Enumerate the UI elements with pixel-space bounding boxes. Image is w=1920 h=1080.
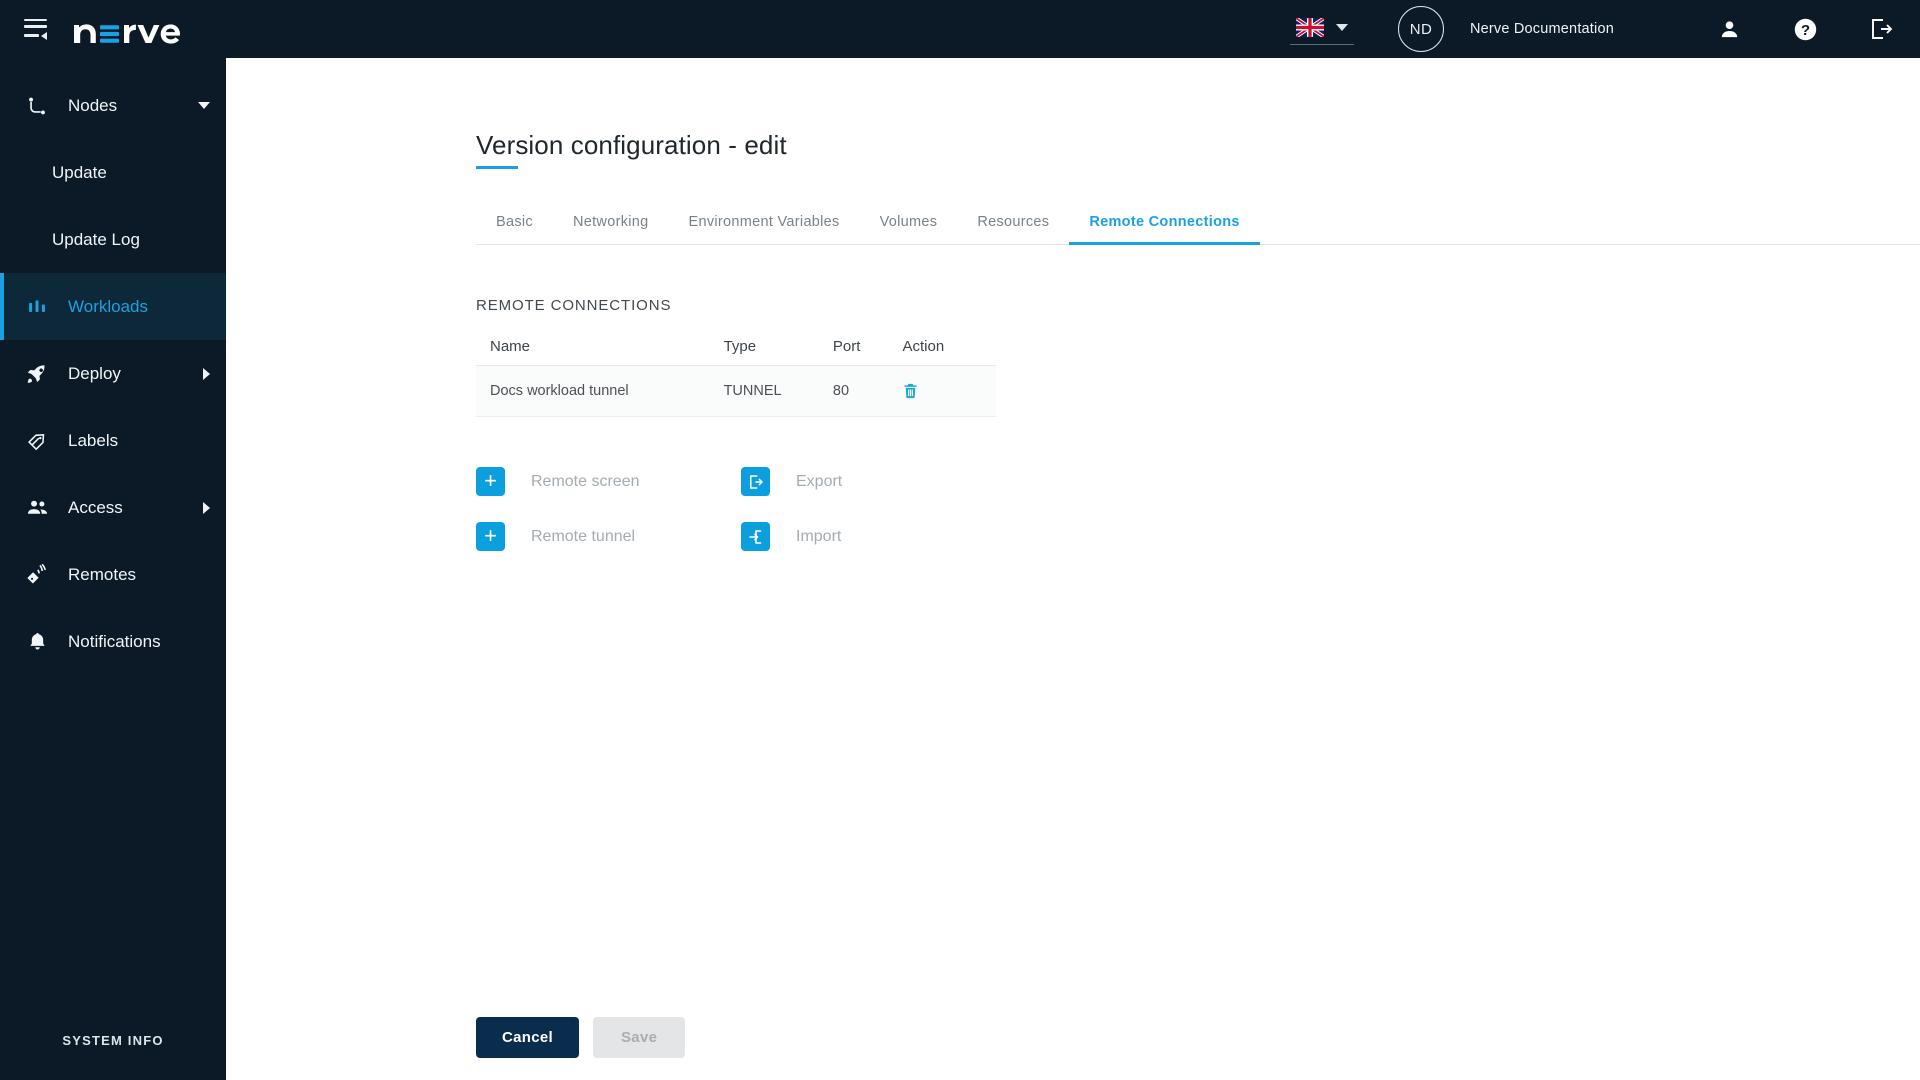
action-label: Export — [796, 472, 843, 490]
action-label: Remote screen — [531, 472, 640, 490]
user-icon[interactable] — [1712, 12, 1746, 46]
action-label: Import — [796, 527, 842, 545]
deploy-rocket-icon — [24, 363, 50, 385]
labels-tag-icon — [24, 430, 50, 452]
page-title: Version configuration - edit — [476, 130, 787, 160]
sidebar-item-label: Update — [52, 162, 107, 182]
tab-resources[interactable]: Resources — [957, 214, 1069, 245]
tab-environment-variables[interactable]: Environment Variables — [669, 214, 860, 245]
form-footer: Cancel Save — [226, 994, 1920, 1080]
sidebar-item-label: Remotes — [68, 564, 137, 584]
cell-type: TUNNEL — [723, 383, 782, 399]
sidebar-item-update[interactable]: Update — [0, 139, 226, 206]
sidebar-item-deploy[interactable]: Deploy — [0, 340, 226, 407]
workloads-icon — [24, 297, 50, 317]
svg-text:?: ? — [1800, 21, 1809, 38]
sidebar-item-nodes[interactable]: Nodes — [0, 72, 226, 139]
main-content: Version configuration - edit Basic Netwo… — [226, 58, 1920, 1080]
column-header-action: Action — [902, 338, 945, 355]
column-header-port: Port — [832, 338, 861, 355]
username-label: Nerve Documentation — [1469, 21, 1614, 37]
nerve-logo[interactable] — [72, 9, 194, 49]
action-column-add: + Remote screen + Remote tunnel — [476, 467, 741, 551]
sidebar-item-remotes[interactable]: Remotes — [0, 541, 226, 608]
chevron-down-icon — [198, 102, 210, 109]
chevron-down-icon — [1335, 23, 1348, 31]
cell-port: 80 — [832, 383, 850, 399]
column-header-name: Name — [490, 338, 531, 355]
tab-bar: Basic Networking Environment Variables V… — [476, 214, 1920, 245]
save-button[interactable]: Save — [593, 1016, 686, 1058]
section-heading: REMOTE CONNECTIONS — [476, 297, 672, 314]
action-column-transfer: Export Import — [741, 467, 842, 551]
chevron-right-icon — [203, 367, 210, 380]
plus-icon: + — [476, 467, 505, 496]
title-underline-accent — [476, 166, 518, 169]
main-inner: Version configuration - edit Basic Netwo… — [226, 58, 1920, 994]
page-title-block: Version configuration - edit — [476, 130, 1920, 169]
add-remote-tunnel-button[interactable]: + Remote tunnel — [476, 522, 741, 551]
sidebar-item-label: Notifications — [68, 631, 161, 651]
export-button[interactable]: Export — [741, 467, 842, 496]
logout-icon[interactable] — [1864, 12, 1898, 46]
add-remote-screen-button[interactable]: + Remote screen — [476, 467, 741, 496]
chevron-right-icon — [203, 501, 210, 514]
sidebar-item-label: Access — [68, 497, 123, 517]
column-header-type: Type — [723, 338, 757, 355]
tab-basic[interactable]: Basic — [476, 214, 553, 245]
bell-icon — [24, 631, 50, 652]
export-icon — [741, 467, 770, 496]
trash-icon[interactable] — [902, 382, 919, 400]
sidebar-item-update-log[interactable]: Update Log — [0, 206, 226, 273]
table-row[interactable]: Docs workload tunnel TUNNEL 80 — [476, 366, 996, 417]
tab-volumes[interactable]: Volumes — [860, 214, 958, 245]
import-icon — [741, 522, 770, 551]
hamburger-collapse-icon[interactable] — [24, 18, 50, 40]
table-header-row: Name Type Port Action — [476, 338, 996, 366]
action-label: Remote tunnel — [531, 527, 636, 545]
sidebar-item-workloads[interactable]: Workloads — [0, 273, 226, 340]
top-navigation-bar: ND Nerve Documentation ? — [0, 0, 1920, 58]
import-button[interactable]: Import — [741, 522, 842, 551]
language-selector[interactable] — [1289, 14, 1354, 45]
sidebar-item-label: Workloads — [68, 296, 148, 316]
sidebar-item-notifications[interactable]: Notifications — [0, 608, 226, 675]
plus-icon: + — [476, 522, 505, 551]
cancel-button[interactable]: Cancel — [476, 1016, 579, 1058]
tab-networking[interactable]: Networking — [553, 214, 669, 245]
sidebar-item-label: Update Log — [52, 229, 140, 249]
system-info-link[interactable]: SYSTEM INFO — [0, 1033, 226, 1080]
sidebar-nav: Nodes Update Update Log Workloads Deploy… — [0, 58, 226, 1033]
avatar[interactable]: ND — [1397, 6, 1444, 52]
cell-action — [902, 382, 982, 400]
sidebar: Nodes Update Update Log Workloads Deploy… — [0, 58, 226, 1080]
sidebar-item-label: Deploy — [68, 363, 121, 383]
avatar-initials: ND — [1409, 20, 1433, 38]
help-icon[interactable]: ? — [1788, 12, 1822, 46]
remotes-icon — [24, 563, 50, 586]
cell-name: Docs workload tunnel — [490, 383, 629, 399]
action-buttons-group: + Remote screen + Remote tunnel Export I… — [476, 467, 1920, 551]
access-people-icon — [24, 496, 50, 519]
application-window: ND Nerve Documentation ? Nodes Update Up… — [0, 0, 1920, 1080]
tab-remote-connections[interactable]: Remote Connections — [1069, 214, 1260, 245]
sidebar-item-labels[interactable]: Labels — [0, 407, 226, 474]
sidebar-item-label: Labels — [68, 430, 119, 450]
remote-connections-table: Name Type Port Action Docs workload tunn… — [476, 338, 996, 417]
sidebar-item-access[interactable]: Access — [0, 474, 226, 541]
uk-flag-icon — [1295, 17, 1324, 37]
nodes-icon — [24, 95, 50, 117]
sidebar-item-label: Nodes — [68, 95, 118, 115]
body-wrapper: Nodes Update Update Log Workloads Deploy… — [0, 58, 1920, 1080]
